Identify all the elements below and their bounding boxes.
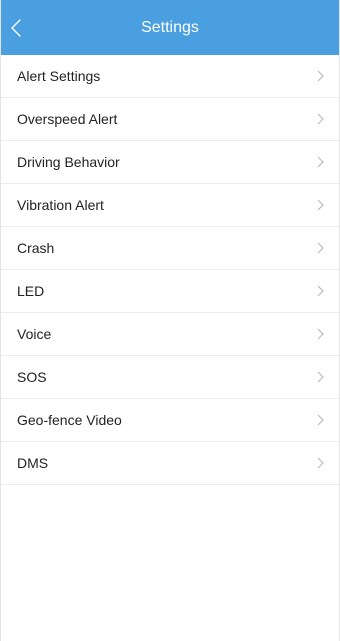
- settings-item-label: DMS: [17, 455, 49, 471]
- settings-item-geo-fence-video[interactable]: Geo-fence Video: [1, 399, 339, 442]
- chevron-right-icon: [317, 371, 324, 383]
- settings-list: Alert Settings Overspeed Alert Driving B…: [1, 55, 339, 485]
- chevron-right-icon: [317, 457, 324, 469]
- chevron-right-icon: [317, 199, 324, 211]
- settings-item-driving-behavior[interactable]: Driving Behavior: [1, 141, 339, 184]
- settings-item-dms[interactable]: DMS: [1, 442, 339, 485]
- settings-item-crash[interactable]: Crash: [1, 227, 339, 270]
- header-bar: Settings: [1, 0, 339, 55]
- chevron-right-icon: [317, 156, 324, 168]
- settings-item-vibration-alert[interactable]: Vibration Alert: [1, 184, 339, 227]
- chevron-right-icon: [317, 70, 324, 82]
- settings-item-label: Overspeed Alert: [17, 111, 118, 127]
- chevron-right-icon: [317, 285, 324, 297]
- chevron-right-icon: [317, 242, 324, 254]
- settings-item-label: Geo-fence Video: [17, 412, 122, 428]
- page-title: Settings: [141, 19, 199, 36]
- settings-item-alert-settings[interactable]: Alert Settings: [1, 55, 339, 98]
- settings-screen: Settings Alert Settings Overspeed Alert …: [0, 0, 340, 641]
- settings-item-overspeed-alert[interactable]: Overspeed Alert: [1, 98, 339, 141]
- settings-item-led[interactable]: LED: [1, 270, 339, 313]
- chevron-left-icon: [11, 18, 21, 37]
- settings-item-label: Vibration Alert: [17, 197, 104, 213]
- settings-item-label: Voice: [17, 326, 52, 342]
- chevron-right-icon: [317, 414, 324, 426]
- settings-item-label: LED: [17, 283, 45, 299]
- settings-item-label: Crash: [17, 240, 55, 256]
- chevron-right-icon: [317, 328, 324, 340]
- back-button[interactable]: [11, 0, 51, 55]
- chevron-right-icon: [317, 113, 324, 125]
- settings-item-label: Alert Settings: [17, 68, 101, 84]
- settings-item-sos[interactable]: SOS: [1, 356, 339, 399]
- settings-item-voice[interactable]: Voice: [1, 313, 339, 356]
- settings-item-label: SOS: [17, 369, 47, 385]
- settings-item-label: Driving Behavior: [17, 154, 120, 170]
